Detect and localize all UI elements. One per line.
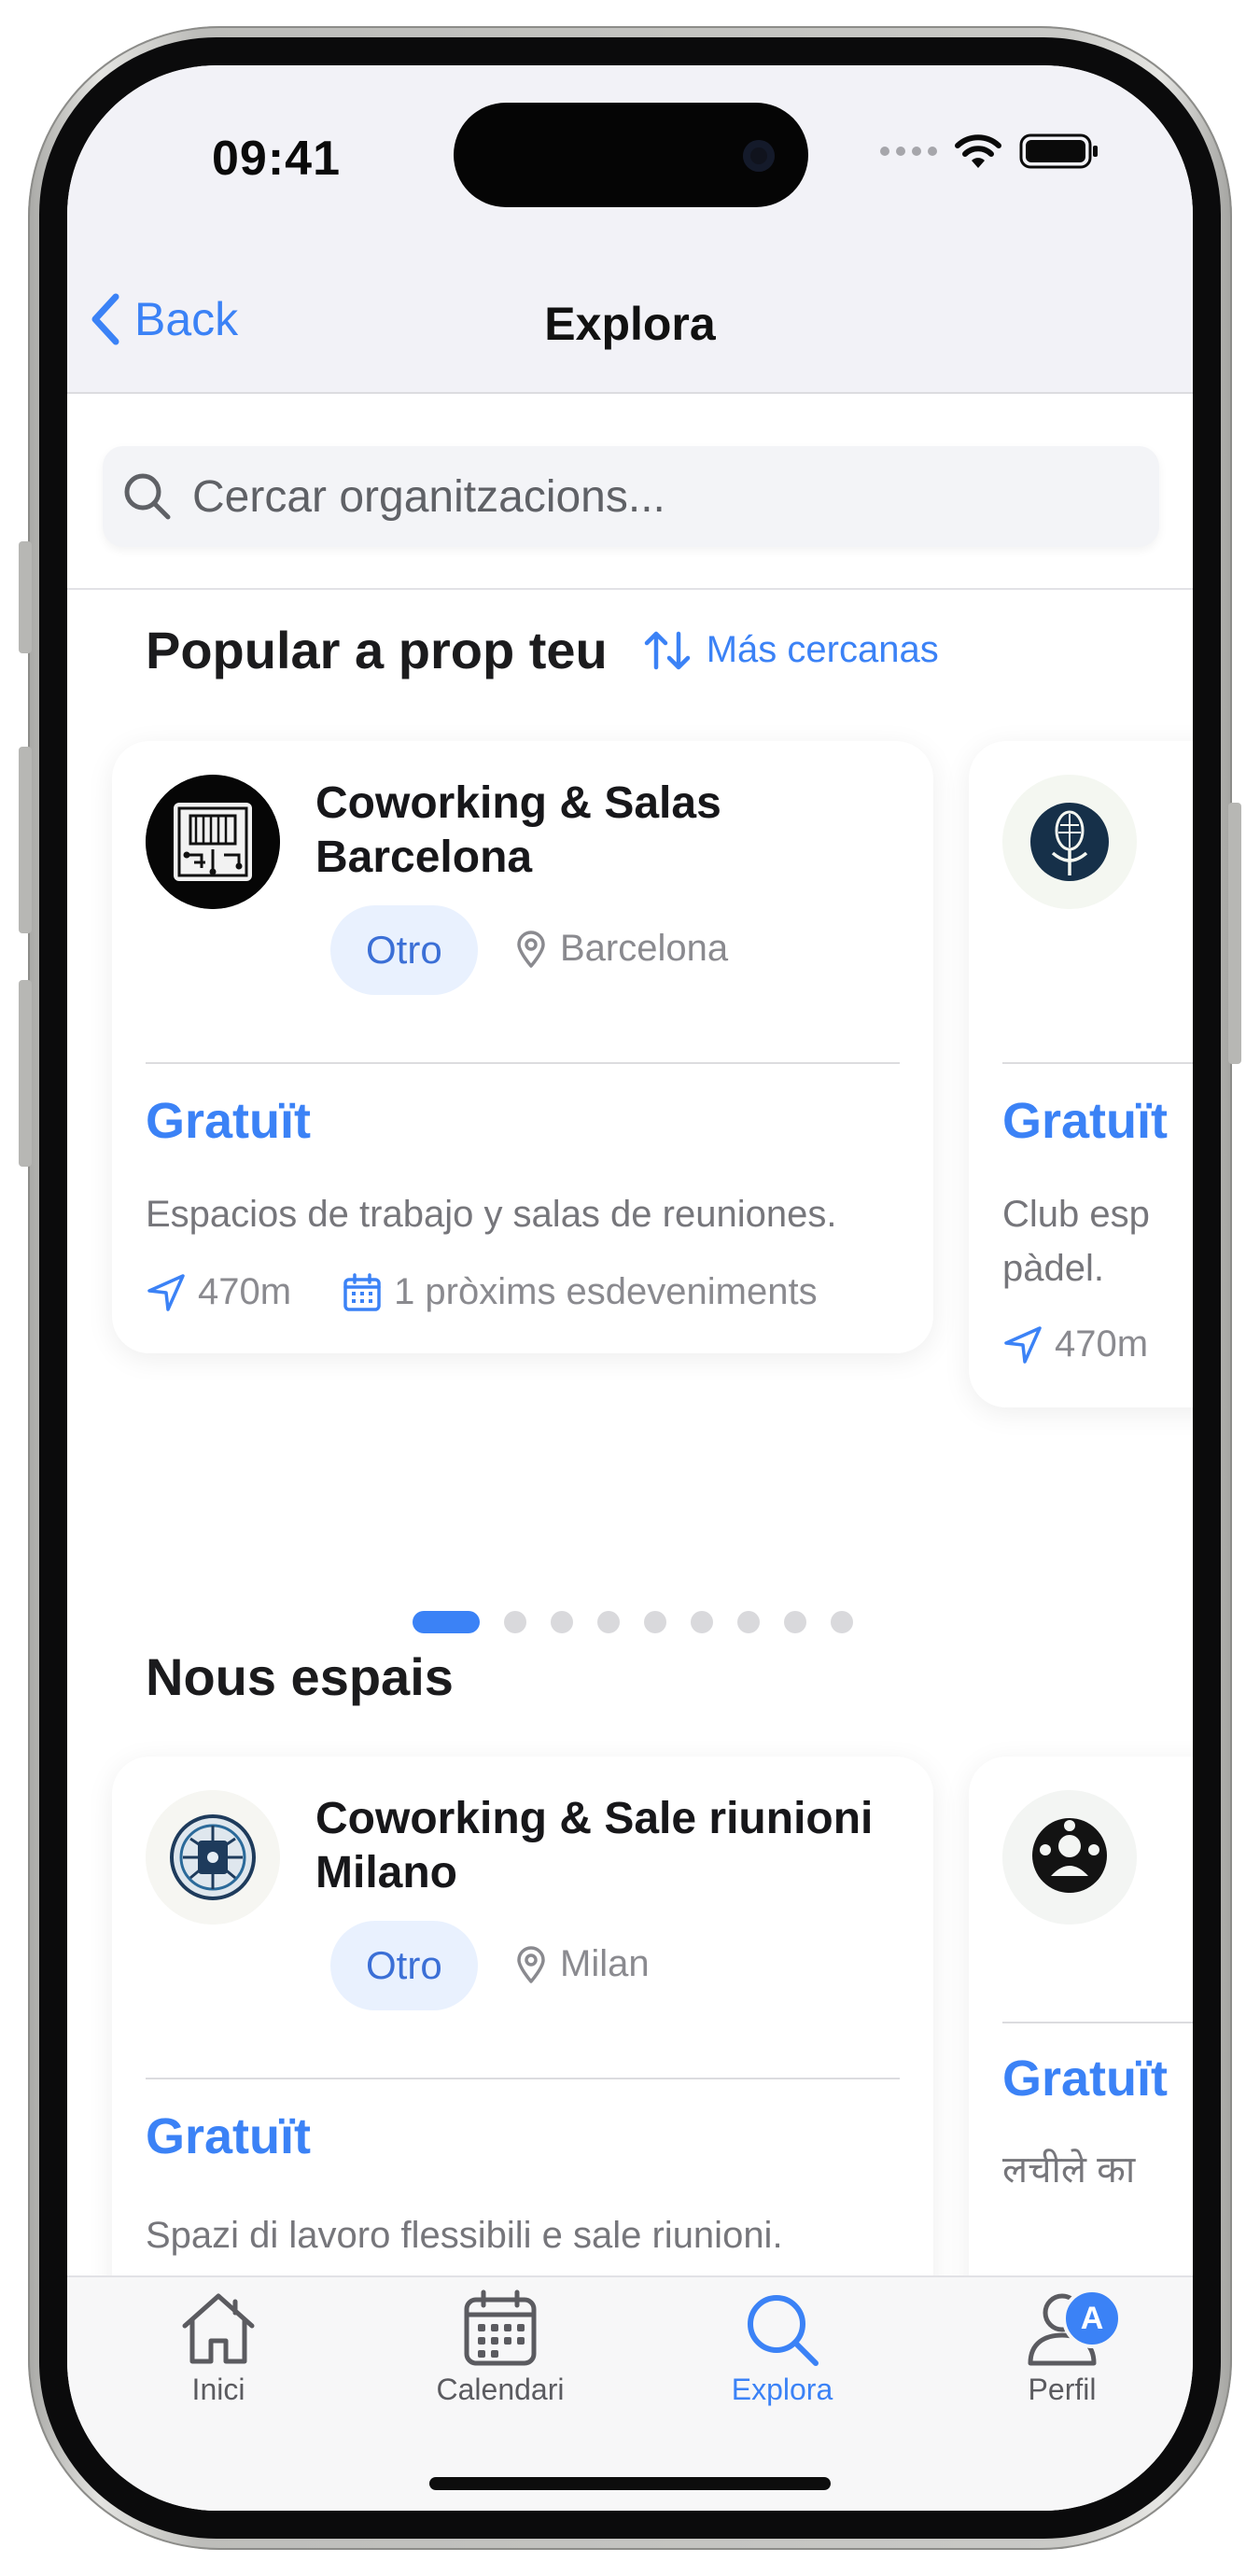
screen: 09:41 Back Explora Cercar organitzacions… [67, 65, 1193, 2511]
search-icon [748, 2295, 819, 2366]
front-camera-icon [743, 140, 775, 172]
section-title-new-spaces: Nous espais [146, 1647, 454, 1706]
pagination-dot[interactable] [831, 1611, 853, 1633]
battery-icon [1019, 133, 1098, 169]
carousel-pagination [67, 1611, 1193, 1633]
organization-logo [1002, 775, 1137, 909]
status-bar: 09:41 [67, 65, 1193, 252]
card-divider [1002, 1062, 1193, 1064]
volume-up-button [19, 747, 32, 933]
calendar-icon [343, 1272, 381, 1311]
power-button [1228, 803, 1241, 1064]
search-bar[interactable] [103, 446, 1159, 547]
tab-explore[interactable]: Explora [670, 2289, 894, 2407]
card-divider [146, 2078, 900, 2079]
new-spaces-section-header: Nous espais [146, 1646, 454, 1707]
organization-description: Espacios de trabajo y salas de reuniones… [146, 1194, 837, 1235]
calendar-icon [464, 2289, 537, 2366]
section-title-popular: Popular a prop teu [146, 621, 608, 679]
volume-down-button [19, 980, 32, 1167]
tab-label: Inici [191, 2373, 245, 2406]
category-tag: Otro [330, 905, 478, 995]
organization-name: Coworking & Salas Barcelona [315, 778, 721, 882]
sort-arrows-icon [644, 631, 690, 669]
tab-calendar[interactable]: Calendari [388, 2289, 612, 2407]
pagination-dot[interactable] [691, 1611, 713, 1633]
organization-logo [146, 1790, 280, 1925]
location: Barcelona [515, 928, 728, 970]
organization-card[interactable]: Coworking & Salas Barcelona Otro Barcelo… [112, 741, 933, 1353]
organization-card[interactable]: Coworking & Sale riunioni Milano Otro Mi… [112, 1757, 933, 2275]
price-label: Gratuït [1002, 1093, 1169, 1149]
cellular-signal-icon [880, 147, 937, 156]
organization-card[interactable]: Gratuït Club esp pàdel. 470m [969, 741, 1193, 1407]
search-section [67, 394, 1193, 590]
price-label: Gratuït [1002, 2051, 1169, 2107]
map-pin-icon [517, 1945, 545, 1983]
pagination-dot[interactable] [784, 1611, 806, 1633]
organization-name: Coworking & Sale riunioni Milano [315, 1794, 874, 1897]
navigation-arrow-icon [1004, 1325, 1042, 1364]
organization-description: Club esp pàdel. [1002, 1194, 1150, 1289]
explore-content[interactable]: Popular a prop teu Más cercanas Coworkin… [67, 592, 1193, 2275]
pagination-dot[interactable] [504, 1611, 526, 1633]
distance-info: 470m [146, 1271, 291, 1313]
tab-label: Perfil [1028, 2373, 1097, 2406]
card-divider [146, 1062, 900, 1064]
organization-card[interactable]: Gratuït लचीले का [969, 1757, 1193, 2275]
card-meta: 470m 1 pròxims esdeveniments [146, 1271, 868, 1313]
organization-description: Spazi di lavoro flessibili e sale riunio… [146, 2215, 783, 2256]
sort-label: Más cercanas [706, 629, 939, 670]
pagination-dot[interactable] [413, 1611, 480, 1633]
distance-label: 470m [198, 1271, 292, 1312]
tab-profile[interactable]: A Perfil [950, 2289, 1174, 2407]
organization-description: लचीले का [1002, 2149, 1136, 2191]
card-meta: 470m [1002, 1323, 1193, 1365]
wifi-icon [955, 134, 1001, 168]
action-button [19, 541, 32, 653]
sort-button[interactable]: Más cercanas [641, 628, 939, 673]
map-pin-icon [517, 930, 545, 968]
search-icon [124, 473, 171, 520]
events-label: 1 pròxims esdeveniments [394, 1271, 818, 1312]
navigation-bar: Back Explora [67, 252, 1193, 394]
price-label: Gratuït [146, 2108, 312, 2164]
category-tag: Otro [330, 1921, 478, 2010]
dynamic-island [454, 103, 808, 207]
pagination-dot[interactable] [737, 1611, 760, 1633]
pagination-dot[interactable] [551, 1611, 573, 1633]
tab-bar: Inici Calendari Explora A Perfil [67, 2275, 1193, 2511]
page-title: Explora [544, 298, 716, 350]
distance-info: 470m [1002, 1323, 1148, 1365]
notification-badge: A [1062, 2289, 1122, 2348]
distance-label: 470m [1055, 1323, 1149, 1365]
pagination-dot[interactable] [597, 1611, 620, 1633]
events-info: 1 pròxims esdeveniments [342, 1271, 818, 1313]
price-label: Gratuït [146, 1093, 312, 1149]
status-icons [880, 133, 1099, 170]
tab-label: Calendari [436, 2373, 565, 2406]
home-indicator [429, 2477, 831, 2490]
home-icon [182, 2293, 255, 2364]
tab-label: Explora [731, 2373, 833, 2406]
status-time: 09:41 [212, 132, 341, 186]
search-input[interactable] [192, 470, 1126, 523]
pagination-dot[interactable] [644, 1611, 666, 1633]
navigation-arrow-icon [147, 1273, 185, 1311]
card-divider [1002, 2022, 1193, 2023]
location-label: Milan [560, 1943, 650, 1984]
location: Milan [515, 1943, 650, 1985]
organization-logo [1002, 1790, 1137, 1925]
popular-section-header: Popular a prop teu Más cercanas [146, 620, 939, 680]
tab-home[interactable]: Inici [106, 2289, 330, 2407]
location-label: Barcelona [560, 928, 729, 969]
organization-logo [146, 775, 280, 909]
